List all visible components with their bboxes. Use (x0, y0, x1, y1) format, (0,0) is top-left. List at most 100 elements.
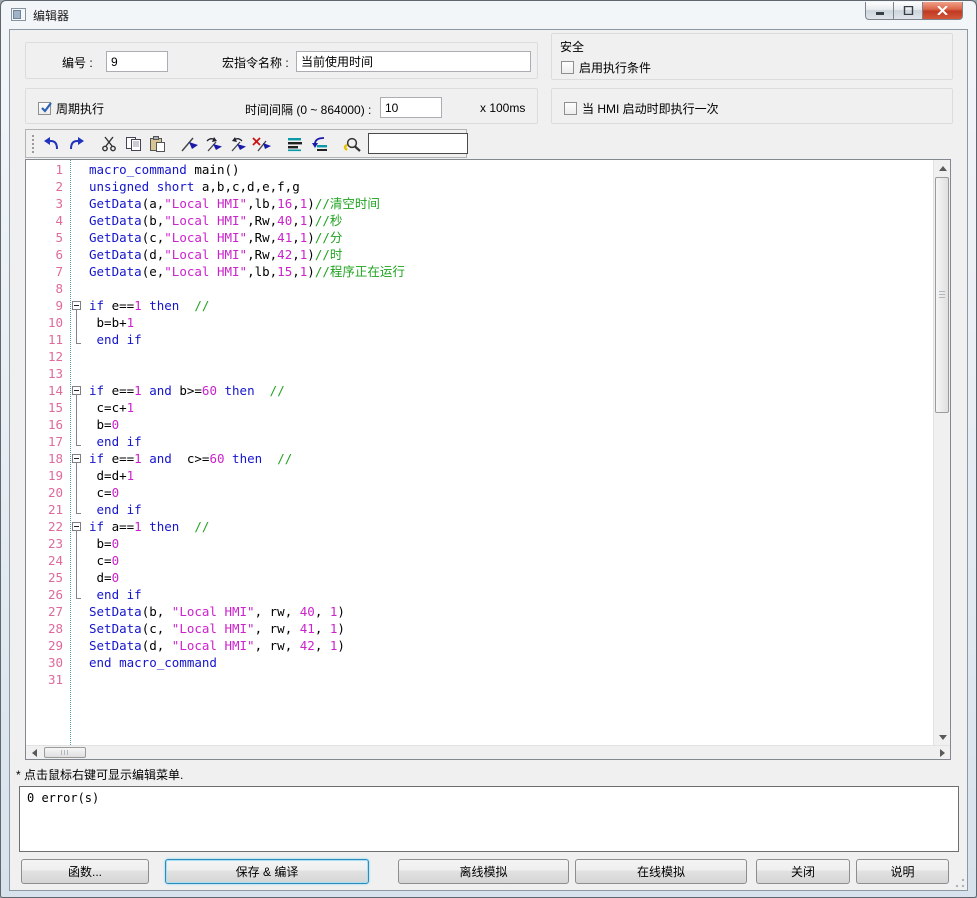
bookmark-prev-icon[interactable] (226, 133, 250, 155)
code-line[interactable]: 20 c=0 (26, 484, 933, 501)
fold-marker[interactable] (66, 467, 88, 484)
code-line[interactable]: 25 d=0 (26, 569, 933, 586)
line-number[interactable]: 27 (26, 603, 66, 620)
fold-marker[interactable] (66, 552, 88, 569)
code-line[interactable]: 13 (26, 365, 933, 382)
code-line[interactable]: 4GetData(b,"Local HMI",Rw,40,1)//秒 (26, 212, 933, 229)
code-line[interactable]: 24 c=0 (26, 552, 933, 569)
horizontal-scrollbar[interactable] (26, 745, 950, 759)
bookmark-clear-icon[interactable] (250, 133, 274, 155)
line-number[interactable]: 25 (26, 569, 66, 586)
line-number[interactable]: 11 (26, 331, 66, 348)
line-number[interactable]: 4 (26, 212, 66, 229)
code-line[interactable]: 21 end if (26, 501, 933, 518)
redo-icon[interactable] (64, 133, 88, 155)
line-number[interactable]: 22 (26, 518, 66, 535)
line-number[interactable]: 23 (26, 535, 66, 552)
bookmark-next-icon[interactable] (202, 133, 226, 155)
interval-input[interactable] (380, 97, 442, 118)
find-icon[interactable] (340, 133, 364, 155)
scroll-right-button[interactable] (934, 746, 950, 759)
line-number[interactable]: 16 (26, 416, 66, 433)
fold-marker[interactable] (66, 450, 88, 467)
line-number[interactable]: 28 (26, 620, 66, 637)
fold-marker[interactable] (66, 535, 88, 552)
line-number[interactable]: 15 (26, 399, 66, 416)
scroll-down-button[interactable] (934, 729, 951, 745)
code-line[interactable]: 11 end if (26, 331, 933, 348)
fold-marker[interactable] (66, 416, 88, 433)
code-line[interactable]: 22if a==1 then // (26, 518, 933, 535)
line-number[interactable]: 24 (26, 552, 66, 569)
code-line[interactable]: 28SetData(c, "Local HMI", rw, 41, 1) (26, 620, 933, 637)
code-line[interactable]: 17 end if (26, 433, 933, 450)
cut-icon[interactable] (97, 133, 121, 155)
line-number[interactable]: 29 (26, 637, 66, 654)
vertical-scrollbar[interactable] (933, 160, 950, 745)
title-bar[interactable]: 编辑器 (1, 1, 976, 29)
fold-marker[interactable] (66, 433, 88, 450)
scroll-left-button[interactable] (26, 746, 42, 759)
checkbox-box[interactable] (564, 102, 577, 115)
scroll-up-button[interactable] (934, 160, 951, 176)
code-line[interactable]: 15 c=c+1 (26, 399, 933, 416)
line-number[interactable]: 19 (26, 467, 66, 484)
code-line[interactable]: 7GetData(e,"Local HMI",lb,15,1)//程序正在运行 (26, 263, 933, 280)
fold-marker[interactable] (66, 382, 88, 399)
search-input[interactable] (368, 133, 468, 154)
copy-icon[interactable] (121, 133, 145, 155)
code-line[interactable]: 5GetData(c,"Local HMI",Rw,41,1)//分 (26, 229, 933, 246)
code-line[interactable]: 26 end if (26, 586, 933, 603)
code-line[interactable]: 10 b=b+1 (26, 314, 933, 331)
line-number[interactable]: 5 (26, 229, 66, 246)
line-number[interactable]: 18 (26, 450, 66, 467)
line-number[interactable]: 14 (26, 382, 66, 399)
online-simulation-button[interactable]: 在线模拟 (575, 859, 747, 884)
line-number[interactable]: 8 (26, 280, 66, 297)
checkbox-box[interactable] (561, 61, 574, 74)
line-number[interactable]: 9 (26, 297, 66, 314)
code-line[interactable]: 3GetData(a,"Local HMI",lb,16,1)//清空时间 (26, 195, 933, 212)
line-number[interactable]: 17 (26, 433, 66, 450)
code-line[interactable]: 14if e==1 and b>=60 then // (26, 382, 933, 399)
code-line[interactable]: 9if e==1 then // (26, 297, 933, 314)
line-number[interactable]: 30 (26, 654, 66, 671)
line-number[interactable]: 26 (26, 586, 66, 603)
horizontal-scroll-thumb[interactable] (44, 747, 86, 758)
macro-id-input[interactable] (106, 51, 168, 72)
fold-marker[interactable] (66, 399, 88, 416)
resize-grip[interactable] (955, 878, 965, 888)
run-once-checkbox[interactable]: 当 HMI 启动时即执行一次 (564, 100, 719, 117)
code-line[interactable]: 30end macro_command (26, 654, 933, 671)
code-line[interactable]: 29SetData(d, "Local HMI", rw, 42, 1) (26, 637, 933, 654)
line-number[interactable]: 21 (26, 501, 66, 518)
line-number[interactable]: 6 (26, 246, 66, 263)
toolbar-grip[interactable] (32, 135, 34, 153)
code-line[interactable]: 1macro_command main() (26, 161, 933, 178)
code-line[interactable]: 2unsigned short a,b,c,d,e,f,g (26, 178, 933, 195)
indent-icon[interactable] (283, 133, 307, 155)
code-line[interactable]: 6GetData(d,"Local HMI",Rw,42,1)//时 (26, 246, 933, 263)
functions-button[interactable]: 函数... (21, 859, 149, 884)
code-editor[interactable]: 1macro_command main()2unsigned short a,b… (25, 159, 951, 760)
line-number[interactable]: 3 (26, 195, 66, 212)
macro-name-input[interactable] (296, 51, 531, 72)
save-compile-button[interactable]: 保存 & 编译 (165, 859, 369, 884)
offline-simulation-button[interactable]: 离线模拟 (398, 859, 569, 884)
line-number[interactable]: 31 (26, 671, 66, 688)
code-line[interactable]: 18if e==1 and c>=60 then // (26, 450, 933, 467)
fold-marker[interactable] (66, 518, 88, 535)
checkbox-box-checked[interactable] (38, 102, 51, 115)
enable-condition-checkbox[interactable]: 启用执行条件 (561, 59, 651, 76)
line-number[interactable]: 10 (26, 314, 66, 331)
fold-marker[interactable] (66, 331, 88, 348)
periodic-checkbox[interactable]: 周期执行 (38, 100, 104, 117)
fold-marker[interactable] (66, 297, 88, 314)
fold-marker[interactable] (66, 569, 88, 586)
code-line[interactable]: 12 (26, 348, 933, 365)
fold-marker[interactable] (66, 314, 88, 331)
close-button[interactable] (923, 2, 963, 20)
line-number[interactable]: 7 (26, 263, 66, 280)
bookmark-toggle-icon[interactable] (178, 133, 202, 155)
vertical-scroll-thumb[interactable] (935, 177, 949, 413)
